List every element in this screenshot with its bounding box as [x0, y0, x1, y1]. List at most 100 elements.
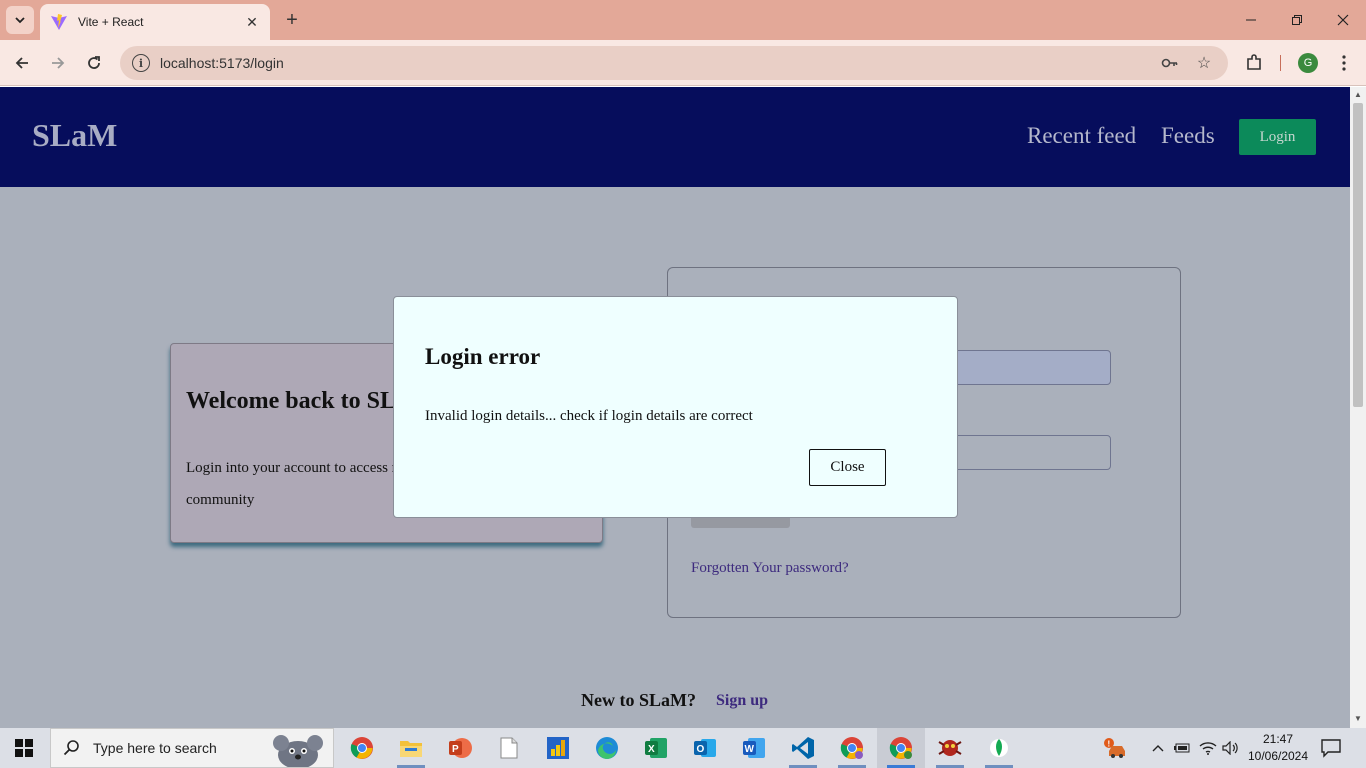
scroll-up-icon[interactable]: ▲	[1354, 90, 1362, 99]
tab-close-icon[interactable]: ✕	[244, 14, 260, 30]
taskbar-chrome-active[interactable]	[877, 728, 925, 768]
windows-logo-icon	[15, 739, 33, 757]
reload-icon	[88, 56, 100, 69]
new-tab-button[interactable]: +	[280, 8, 304, 32]
file-explorer-icon	[400, 741, 422, 757]
nav-link-feeds[interactable]: Feeds	[1161, 123, 1215, 149]
chrome-menu-button[interactable]	[1330, 49, 1358, 77]
chevron-down-icon	[15, 17, 25, 24]
notification-center-button[interactable]	[1320, 738, 1344, 758]
notification-icon	[1321, 739, 1341, 758]
clock-time: 21:47	[1262, 732, 1294, 746]
forward-arrow-icon	[52, 57, 65, 69]
svg-text:!: !	[1108, 740, 1111, 749]
login-error-modal: Login error Invalid login details... che…	[393, 296, 958, 518]
taskbar-chrome-profile[interactable]	[828, 728, 876, 768]
taskbar-mongodb[interactable]	[975, 728, 1023, 768]
taskbar-clock[interactable]: 21:47 10/06/2024	[1246, 731, 1310, 765]
site-info-icon[interactable]: i	[132, 54, 150, 72]
address-bar[interactable]: i localhost:5173/login ☆	[120, 46, 1228, 80]
mongodb-icon	[990, 739, 1008, 757]
modal-close-button[interactable]: Close	[809, 449, 886, 486]
taskbar-chrome[interactable]	[338, 728, 386, 768]
modal-message: Invalid login details... check if login …	[425, 408, 753, 424]
taskbar-vscode[interactable]	[779, 728, 827, 768]
nav-link-recent-feed[interactable]: Recent feed	[1027, 123, 1136, 149]
svg-text:X: X	[648, 744, 655, 755]
wifi-icon[interactable]	[1198, 738, 1218, 758]
taskbar-search-box[interactable]: Type here to search	[50, 728, 334, 768]
battery-icon[interactable]	[1172, 738, 1192, 758]
taskbar-file-explorer[interactable]	[387, 728, 435, 768]
profile-avatar: G	[1298, 53, 1318, 73]
scroll-down-icon[interactable]: ▼	[1354, 714, 1362, 723]
close-window-button[interactable]	[1320, 0, 1366, 40]
more-vertical-icon	[1342, 55, 1346, 71]
minimize-icon	[1246, 19, 1256, 21]
chrome-active-icon	[889, 737, 912, 759]
puzzle-icon	[1247, 54, 1261, 70]
taskbar-edge[interactable]	[583, 728, 631, 768]
powerpoint-icon: P	[449, 738, 472, 758]
tray-car-alert-icon[interactable]: !	[1102, 734, 1130, 762]
vscode-icon	[792, 737, 814, 759]
power-bi-icon	[547, 737, 569, 759]
extensions-button[interactable]	[1240, 49, 1268, 77]
modal-title: Login error	[425, 344, 541, 369]
search-placeholder: Type here to search	[93, 740, 217, 756]
password-key-icon[interactable]	[1160, 53, 1180, 73]
notepad-icon	[500, 737, 518, 759]
app-bug-icon	[938, 740, 962, 756]
koala-mascot-icon	[273, 735, 323, 767]
site-navbar: SLaM Recent feed Feeds Login	[0, 87, 1350, 187]
browser-tab[interactable]: Vite + React ✕	[40, 4, 270, 40]
toolbar-divider	[1280, 55, 1281, 71]
taskbar-app-bug[interactable]	[926, 728, 974, 768]
svg-text:O: O	[697, 744, 705, 755]
restore-button[interactable]	[1274, 0, 1320, 40]
chrome-icon	[350, 737, 373, 759]
taskbar-excel[interactable]: X	[632, 728, 680, 768]
forgot-password-link[interactable]: Forgotten Your password?	[691, 560, 849, 577]
volume-icon[interactable]	[1221, 738, 1241, 758]
show-hidden-icons-icon[interactable]	[1148, 738, 1168, 758]
scroll-thumb[interactable]	[1353, 103, 1363, 407]
excel-icon: X	[645, 738, 667, 758]
taskbar-powerpoint[interactable]: P	[436, 728, 484, 768]
brand-logo[interactable]: SLaM	[32, 117, 117, 154]
reload-button[interactable]	[80, 49, 108, 77]
word-icon: W	[743, 738, 765, 758]
bookmark-star-icon[interactable]: ☆	[1194, 53, 1214, 73]
edge-icon	[596, 737, 618, 759]
taskbar-outlook[interactable]: O	[681, 728, 729, 768]
forward-button[interactable]	[44, 49, 72, 77]
tab-title: Vite + React	[78, 15, 144, 29]
back-arrow-icon	[15, 57, 28, 69]
chrome-profile-icon	[840, 737, 863, 759]
vite-logo-icon	[51, 14, 67, 30]
taskbar-notepad[interactable]	[485, 728, 533, 768]
browser-toolbar: i localhost:5173/login ☆ G	[0, 40, 1366, 86]
close-icon	[1337, 14, 1349, 26]
taskbar-word[interactable]: W	[730, 728, 778, 768]
page-scrollbar[interactable]: ▲ ▼	[1350, 87, 1366, 728]
profile-button[interactable]: G	[1294, 49, 1322, 77]
signup-link[interactable]: Sign up	[716, 692, 768, 710]
url-text: localhost:5173/login	[160, 55, 284, 71]
page-viewport: SLaM Recent feed Feeds Login Welcome bac…	[0, 87, 1350, 728]
signup-prompt: New to SLaM?	[581, 690, 696, 710]
nav-login-button[interactable]: Login	[1239, 119, 1316, 155]
tab-search-button[interactable]	[6, 6, 34, 34]
restore-icon	[1292, 15, 1302, 25]
back-button[interactable]	[8, 49, 36, 77]
minimize-button[interactable]	[1228, 0, 1274, 40]
svg-text:W: W	[745, 744, 755, 755]
search-icon	[63, 740, 79, 756]
clock-date: 10/06/2024	[1247, 749, 1309, 763]
svg-text:P: P	[452, 744, 459, 755]
browser-tab-strip: Vite + React ✕ +	[0, 0, 1366, 40]
outlook-icon: O	[694, 739, 716, 757]
taskbar-power-bi[interactable]	[534, 728, 582, 768]
windows-taskbar: Type here to search P X O W ! 21:47 10/0…	[0, 728, 1366, 768]
start-button[interactable]	[0, 728, 48, 768]
